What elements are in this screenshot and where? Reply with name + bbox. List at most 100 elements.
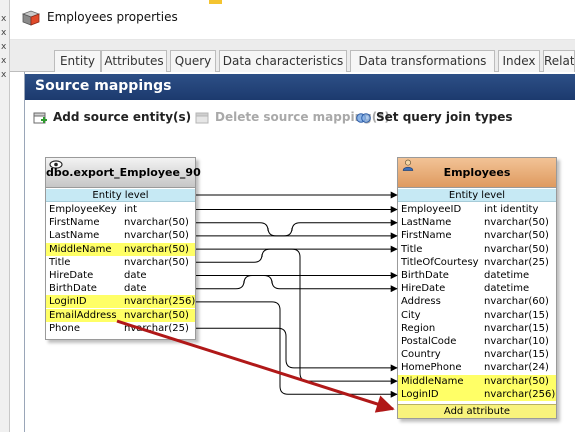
attribute-row[interactable]: Address nvarchar(60) (398, 295, 556, 308)
attribute-name: TitleOfCourtesy (401, 256, 479, 268)
attribute-row[interactable]: Phone nvarchar(25) (46, 322, 195, 335)
attribute-type: nvarchar(50) (124, 256, 189, 268)
attribute-type: nvarchar(10) (484, 336, 549, 347)
attribute-row[interactable]: LastName nvarchar(50) (46, 229, 195, 242)
attribute-name: BirthDate (401, 270, 449, 281)
attribute-row[interactable]: LoginID nvarchar(256) (46, 295, 196, 309)
target-entity[interactable]: Employees Entity level EmployeeID int ide… (397, 157, 557, 419)
attribute-name: Address (401, 296, 441, 308)
attribute-type: nvarchar(50) (124, 243, 189, 255)
add-source-entity-button[interactable]: Add source entity(s) (33, 109, 191, 127)
attribute-row[interactable]: EmployeeID int identity (398, 203, 556, 216)
target-entity-title: Employees (443, 166, 511, 179)
attribute-name: Title (401, 243, 423, 255)
attribute-name: FirstName (49, 217, 100, 229)
attribute-type: nvarchar(256) (484, 388, 556, 400)
target-entity-header[interactable]: Employees (398, 158, 556, 188)
background-window-strip: x x x x x (0, 0, 10, 432)
attribute-row[interactable]: FirstName nvarchar(50) (46, 216, 195, 229)
attribute-type: nvarchar(25) (124, 322, 189, 334)
attribute-type: date (124, 283, 147, 295)
toolbar: Add source entity(s) Delete source mappi… (25, 100, 575, 136)
attribute-row[interactable]: LoginID nvarchar(256) (398, 387, 556, 401)
attribute-name: FirstName (401, 230, 452, 242)
attribute-row[interactable]: Title nvarchar(50) (398, 243, 556, 256)
join-icon (356, 113, 371, 123)
attribute-name: HireDate (401, 283, 446, 295)
window-title: Employees properties (47, 10, 178, 24)
attribute-row[interactable]: HireDate date (46, 269, 195, 282)
attribute-type: nvarchar(15) (484, 309, 549, 321)
tab-entity[interactable]: Entity (54, 50, 101, 72)
attribute-row[interactable]: HomePhone nvarchar(24) (398, 361, 556, 374)
tab-data-characteristics[interactable]: Data characteristics (219, 50, 347, 72)
delete-mapping-icon (195, 112, 209, 124)
attribute-type: nvarchar(60) (484, 296, 549, 308)
attribute-row[interactable]: EmailAddress nvarchar(50) (46, 308, 195, 322)
attribute-name: EmployeeID (401, 204, 462, 215)
attribute-name: LoginID (401, 388, 439, 400)
tab-attributes[interactable]: Attributes (101, 50, 167, 72)
tab-data-transformations[interactable]: Data transformations (350, 50, 495, 72)
attribute-name: MiddleName (49, 243, 112, 255)
attribute-row[interactable]: Title nvarchar(50) (46, 256, 195, 269)
attribute-row[interactable]: MiddleName nvarchar(50) (46, 242, 195, 256)
section-title: Source mappings (35, 78, 172, 94)
attribute-type: nvarchar(256) (124, 296, 196, 308)
attribute-type: nvarchar(15) (484, 322, 549, 334)
attribute-name: EmployeeKey (49, 204, 117, 215)
attribute-type: int (124, 204, 138, 215)
attribute-row[interactable]: FirstName nvarchar(50) (398, 229, 556, 242)
attribute-type: nvarchar(50) (124, 217, 189, 229)
background-glyph: x (1, 14, 7, 24)
attribute-row[interactable]: BirthDate date (46, 282, 195, 295)
attribute-type: nvarchar(50) (484, 230, 549, 242)
tab-relationships[interactable]: Relati (543, 50, 575, 72)
attribute-type: datetime (484, 283, 530, 295)
attribute-name: PostalCode (401, 336, 457, 347)
tab-query[interactable]: Query (170, 50, 216, 72)
tab-strip: Entity Attributes Query Data characteris… (10, 40, 575, 72)
attribute-name: Title (49, 256, 71, 268)
attribute-row[interactable]: EmployeeKey int (46, 203, 195, 216)
attribute-type: nvarchar(25) (484, 256, 549, 268)
attribute-type: int identity (484, 204, 539, 215)
add-source-entity-label: Add source entity(s) (53, 110, 192, 124)
source-entity[interactable]: dbo.export_Employee_90 Entity level Empl… (45, 157, 201, 340)
title-bar[interactable]: Employees properties (10, 0, 575, 40)
attribute-type: nvarchar(24) (484, 362, 549, 374)
tab-index[interactable]: Index (498, 50, 540, 72)
attribute-name: BirthDate (49, 283, 97, 295)
target-entity-level: Entity level (398, 189, 556, 202)
attribute-name: LastName (49, 230, 100, 242)
attribute-row[interactable]: Region nvarchar(15) (398, 322, 556, 335)
set-query-join-types-label: Set query join types (376, 110, 513, 124)
attribute-name: HomePhone (401, 362, 462, 374)
attribute-row[interactable]: Country nvarchar(15) (398, 348, 556, 361)
attribute-name: HireDate (49, 270, 94, 281)
add-attribute-button[interactable]: Add attribute (398, 404, 556, 418)
attribute-name: Region (401, 322, 436, 334)
add-entity-icon (33, 112, 47, 124)
attribute-row[interactable]: HireDate datetime (398, 282, 556, 295)
attribute-type: nvarchar(50) (124, 230, 189, 242)
set-query-join-types-button[interactable]: Set query join types (356, 109, 513, 127)
attribute-name: MiddleName (401, 375, 464, 387)
app-icon (22, 10, 40, 26)
attribute-name: EmailAddress (49, 309, 117, 321)
source-entity-header[interactable]: dbo.export_Employee_90 (46, 158, 201, 188)
background-glyph: x (1, 42, 7, 52)
attribute-row[interactable]: MiddleName nvarchar(50) (398, 374, 556, 388)
attribute-row[interactable]: PostalCode nvarchar(10) (398, 335, 556, 348)
delete-source-mapping-button[interactable]: Delete source mapping(s) (195, 109, 390, 127)
attribute-type: nvarchar(50) (484, 243, 549, 255)
attribute-type: date (124, 270, 147, 281)
background-glyph: x (1, 28, 7, 38)
attribute-row[interactable]: BirthDate datetime (398, 269, 556, 282)
attribute-type: nvarchar(15) (484, 349, 549, 361)
attribute-row[interactable]: TitleOfCourtesy nvarchar(25) (398, 256, 556, 269)
attribute-row[interactable]: LastName nvarchar(50) (398, 216, 556, 229)
attribute-name: LastName (401, 217, 452, 229)
attribute-row[interactable]: City nvarchar(15) (398, 309, 556, 322)
attribute-name: LoginID (49, 296, 87, 308)
